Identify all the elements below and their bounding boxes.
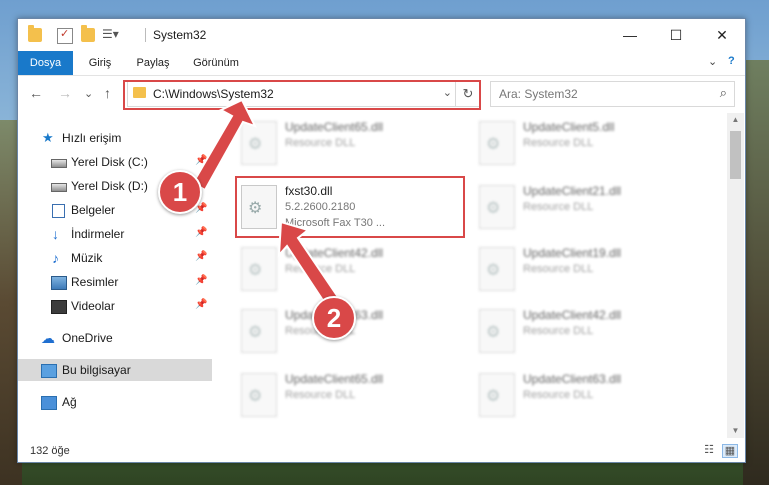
arrow-2 <box>277 220 342 310</box>
annotation-arrows <box>191 98 342 310</box>
arrow-1 <box>191 98 257 192</box>
step-badge-2: 2 <box>312 296 356 340</box>
step-badge-1: 1 <box>158 170 202 214</box>
